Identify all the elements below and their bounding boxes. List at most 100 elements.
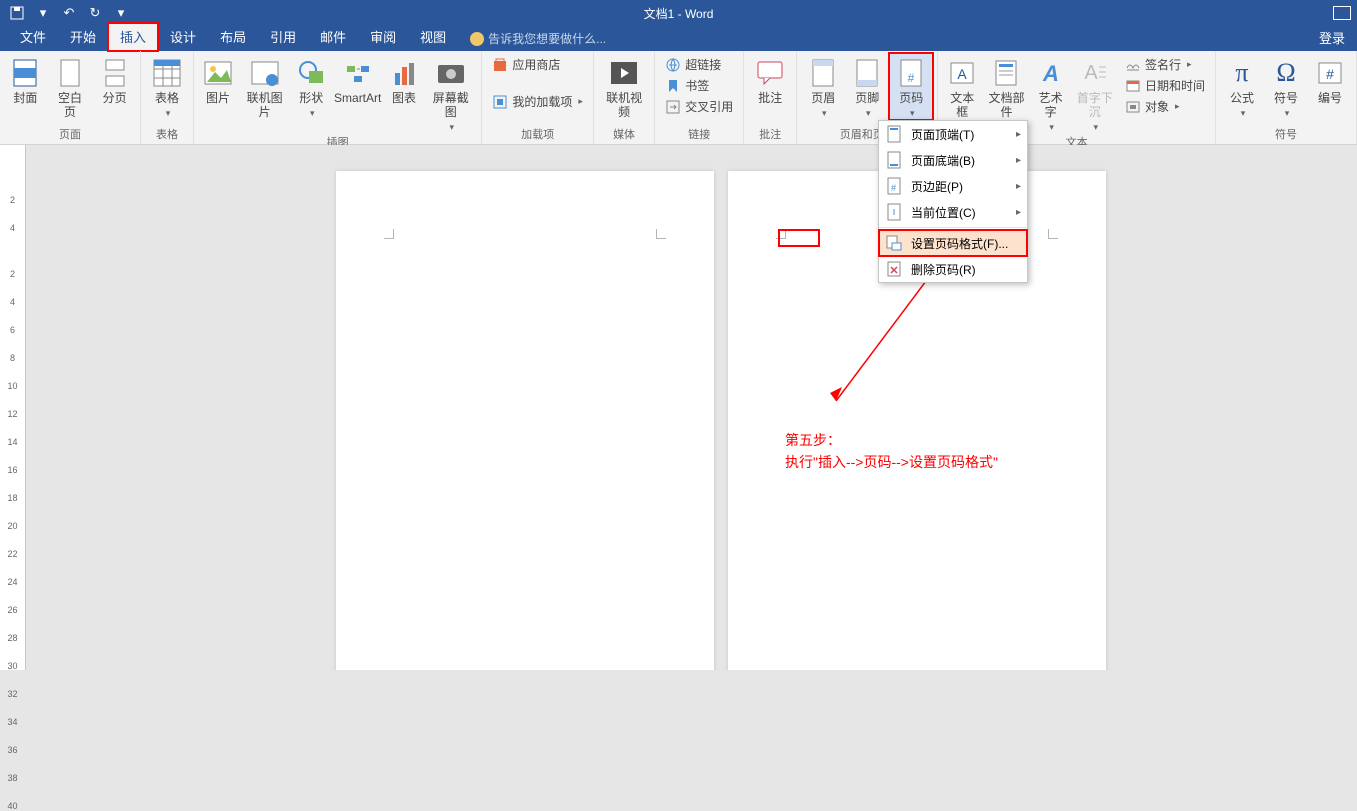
login-link[interactable]: 登录 bbox=[1319, 28, 1357, 51]
page-1[interactable] bbox=[336, 171, 714, 670]
group-illustrations: 图片 联机图片 形状▾ SmartArt 图表 屏幕截图▾ 插图 bbox=[194, 51, 482, 144]
format-page-icon bbox=[885, 234, 903, 252]
menu-current-pos[interactable]: 当前位置(C)▸ bbox=[879, 199, 1027, 225]
object-button[interactable]: 对象▸ bbox=[1123, 97, 1207, 116]
annotation-text: 第五步： 执行"插入-->页码-->设置页码格式" bbox=[785, 429, 998, 473]
svg-text:A: A bbox=[1042, 61, 1059, 86]
sigline-button[interactable]: 签名行▸ bbox=[1123, 55, 1207, 74]
page-break-button[interactable]: 分页 bbox=[93, 53, 136, 105]
table-button[interactable]: 表格▾ bbox=[145, 53, 189, 120]
datetime-button[interactable]: 日期和时间 bbox=[1123, 76, 1207, 95]
page-margins-icon: # bbox=[885, 177, 903, 195]
document-area[interactable] bbox=[26, 145, 1357, 670]
page-number-menu: 页面顶端(T)▸ 页面底端(B)▸ #页边距(P)▸ 当前位置(C)▸ 设置页码… bbox=[878, 120, 1028, 283]
group-tables-label: 表格 bbox=[156, 126, 178, 144]
online-picture-button[interactable]: 联机图片 bbox=[238, 53, 291, 119]
lightbulb-icon bbox=[470, 32, 484, 46]
myaddins-button[interactable]: 我的加载项▸ bbox=[490, 92, 585, 111]
picture-button[interactable]: 图片 bbox=[198, 53, 238, 105]
save-icon[interactable] bbox=[6, 2, 28, 24]
tab-layout[interactable]: 布局 bbox=[208, 23, 258, 51]
qat-dd-icon[interactable]: ▾ bbox=[32, 2, 54, 24]
tab-references[interactable]: 引用 bbox=[258, 23, 308, 51]
bookmark-button[interactable]: 书签 bbox=[663, 76, 735, 95]
margin-corner-tr bbox=[656, 229, 666, 239]
page-top-icon bbox=[885, 125, 903, 143]
redo-icon[interactable]: ↻ bbox=[84, 2, 106, 24]
shapes-button[interactable]: 形状▾ bbox=[291, 53, 331, 120]
qat-more-icon[interactable]: ▾ bbox=[110, 2, 132, 24]
tab-design[interactable]: 设计 bbox=[158, 23, 208, 51]
crossref-button[interactable]: 交叉引用 bbox=[663, 97, 735, 116]
equation-button[interactable]: π公式▾ bbox=[1220, 53, 1264, 120]
group-symbols-label: 符号 bbox=[1275, 126, 1297, 144]
cover-page-button[interactable]: 封面 bbox=[4, 53, 47, 105]
annotation-step: 第五步： bbox=[785, 429, 998, 451]
group-links-label: 链接 bbox=[688, 126, 710, 144]
group-addins: 应用商店 我的加载项▸ 加载项 bbox=[482, 51, 594, 144]
svg-text:#: # bbox=[908, 71, 915, 85]
blank-page-button[interactable]: 空白页 bbox=[47, 53, 94, 119]
tab-insert[interactable]: 插入 bbox=[108, 23, 158, 51]
tab-mailings[interactable]: 邮件 bbox=[308, 23, 358, 51]
page-bottom-icon bbox=[885, 151, 903, 169]
hyperlink-icon bbox=[665, 57, 681, 73]
window-title: 文档1 - Word bbox=[644, 5, 714, 22]
group-media-label: 媒体 bbox=[613, 126, 635, 144]
group-symbols: π公式▾ Ω符号▾ #编号 符号 bbox=[1216, 51, 1357, 144]
bookmark-icon bbox=[665, 78, 681, 94]
hyperlink-button[interactable]: 超链接 bbox=[663, 55, 735, 74]
annotation-instruction: 执行"插入-->页码-->设置页码格式" bbox=[785, 451, 998, 473]
menu-format-page-number[interactable]: 设置页码格式(F)... bbox=[879, 230, 1027, 256]
menu-page-top[interactable]: 页面顶端(T)▸ bbox=[879, 121, 1027, 147]
svg-text:A: A bbox=[1084, 62, 1098, 84]
menu-page-bottom[interactable]: 页面底端(B)▸ bbox=[879, 147, 1027, 173]
menu-separator bbox=[879, 227, 1027, 228]
calendar-icon bbox=[1125, 78, 1141, 94]
svg-text:#: # bbox=[891, 183, 896, 193]
restore-icon[interactable] bbox=[1333, 6, 1351, 20]
group-links: 超链接 书签 交叉引用 链接 bbox=[655, 51, 744, 144]
footer-button[interactable]: 页脚▾ bbox=[845, 53, 889, 120]
crossref-icon bbox=[665, 99, 681, 115]
group-pages-label: 页面 bbox=[59, 126, 81, 144]
online-video-button[interactable]: 联机视频 bbox=[598, 53, 650, 119]
current-pos-icon bbox=[885, 203, 903, 221]
addin-icon bbox=[492, 94, 508, 110]
group-comments: 批注 批注 bbox=[744, 51, 797, 144]
workspace: 24246810121416182022242628303234363840 bbox=[0, 145, 1357, 670]
comment-button[interactable]: 批注 bbox=[748, 53, 792, 105]
tell-me-placeholder: 告诉我您想要做什么... bbox=[488, 30, 606, 47]
svg-text:A: A bbox=[958, 66, 968, 82]
vertical-ruler[interactable]: 24246810121416182022242628303234363840 bbox=[0, 145, 26, 670]
chart-button[interactable]: 图表 bbox=[384, 53, 424, 105]
group-tables: 表格▾ 表格 bbox=[141, 51, 194, 144]
tab-view[interactable]: 视图 bbox=[408, 23, 458, 51]
smartart-button[interactable]: SmartArt bbox=[331, 53, 384, 105]
tab-review[interactable]: 审阅 bbox=[358, 23, 408, 51]
wordart-button[interactable]: A艺术字▾ bbox=[1031, 53, 1071, 134]
store-button[interactable]: 应用商店 bbox=[490, 55, 585, 74]
group-addins-label: 加载项 bbox=[521, 126, 554, 144]
group-comments-label: 批注 bbox=[759, 126, 781, 144]
tab-home[interactable]: 开始 bbox=[58, 23, 108, 51]
group-pages: 封面 空白页 分页 页面 bbox=[0, 51, 141, 144]
menu-page-margins[interactable]: #页边距(P)▸ bbox=[879, 173, 1027, 199]
store-icon bbox=[492, 57, 508, 73]
group-media: 联机视频 媒体 bbox=[594, 51, 655, 144]
ribbon-tabs: 文件 开始 插入 设计 布局 引用 邮件 审阅 视图 告诉我您想要做什么... … bbox=[0, 26, 1357, 51]
margin-corner-tl bbox=[384, 229, 394, 239]
page-number-button[interactable]: #页码▾ bbox=[889, 53, 933, 120]
symbol-button[interactable]: Ω符号▾ bbox=[1264, 53, 1308, 120]
dropcap-button[interactable]: A首字下沉▾ bbox=[1071, 53, 1119, 134]
undo-icon[interactable]: ↶ bbox=[58, 2, 80, 24]
screenshot-button[interactable]: 屏幕截图▾ bbox=[424, 53, 477, 134]
object-icon bbox=[1125, 99, 1141, 115]
number-button[interactable]: #编号 bbox=[1308, 53, 1352, 105]
tell-me-search[interactable]: 告诉我您想要做什么... bbox=[470, 30, 606, 51]
menu-remove-page-number[interactable]: 删除页码(R) bbox=[879, 256, 1027, 282]
tab-file[interactable]: 文件 bbox=[8, 23, 58, 51]
header-button[interactable]: 页眉▾ bbox=[801, 53, 845, 120]
cursor-highlight bbox=[778, 229, 820, 247]
window-controls bbox=[1333, 6, 1357, 20]
